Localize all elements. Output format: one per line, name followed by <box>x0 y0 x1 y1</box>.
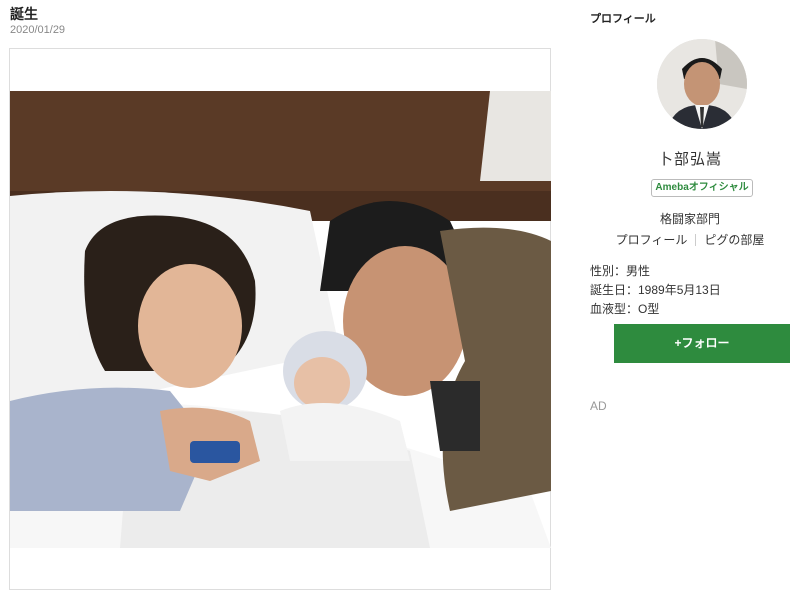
official-badge: Amebaオフィシャル <box>651 179 753 197</box>
pigg-room-link[interactable]: ピグの部屋 <box>704 233 764 247</box>
gender-info: 性別：男性 <box>590 264 651 278</box>
link-divider <box>695 234 697 246</box>
post-photo[interactable] <box>10 91 551 548</box>
author-name[interactable]: 卜部弘嵩 <box>590 148 790 169</box>
birthday-info: 誕生日：1989年5月13日 <box>590 283 721 297</box>
blood-type-info: 血液型：O型 <box>590 302 660 316</box>
genre-category[interactable]: 格闘家部門 <box>590 210 790 227</box>
author-avatar[interactable] <box>657 39 747 129</box>
profile-heading: プロフィール <box>590 13 656 25</box>
follow-button[interactable]: +フォロー <box>614 324 790 363</box>
profile-links: プロフィール ピグの部屋 <box>590 231 790 248</box>
profile-link[interactable]: プロフィール <box>616 233 688 247</box>
ad-label: AD <box>590 399 607 413</box>
post-title: 誕生 <box>10 6 38 22</box>
post-date: 2020/01/29 <box>10 24 66 36</box>
